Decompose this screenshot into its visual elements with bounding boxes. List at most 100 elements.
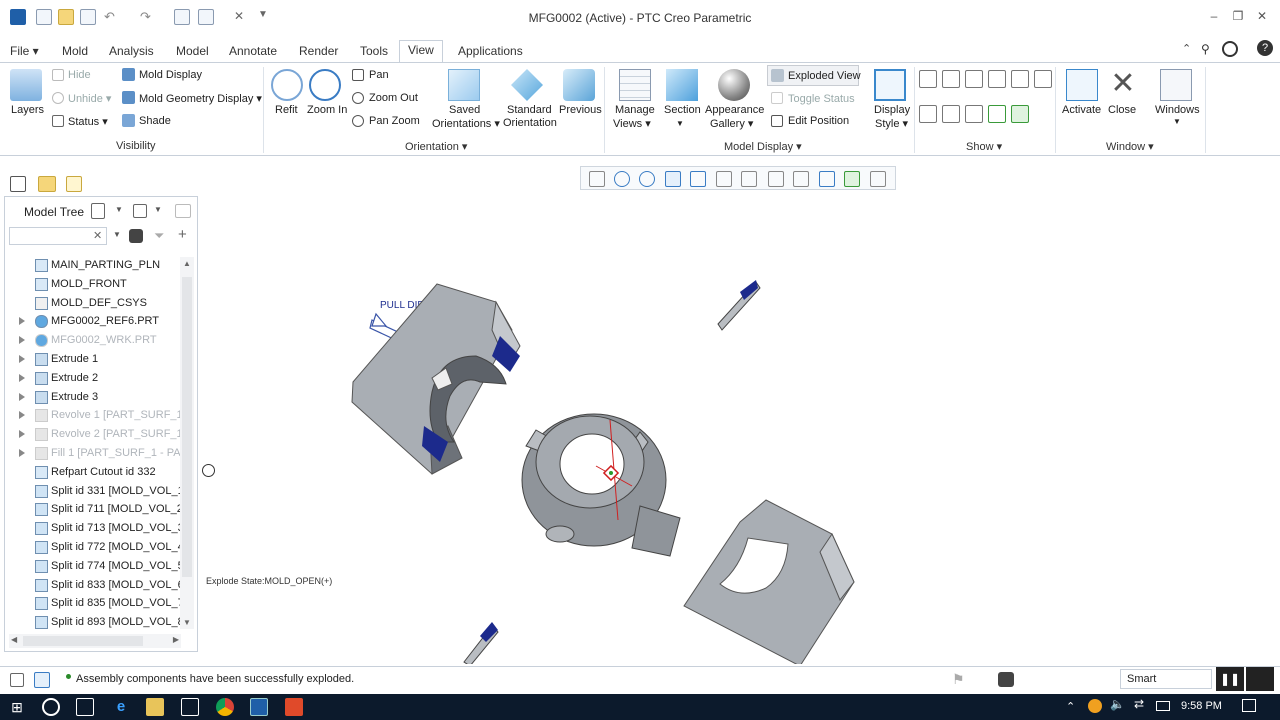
tab-mold[interactable]: Mold [60,43,90,63]
settings-icon[interactable] [91,203,105,219]
file-menu[interactable]: File ▾ [8,43,41,63]
refit-icon[interactable] [271,69,303,101]
tree-item[interactable]: Split id 833 [MOLD_VOL_6 - [5,577,181,595]
windows-button[interactable]: Windows [1155,104,1200,116]
spin-center-display-icon[interactable] [988,105,1006,123]
lower-mold-block[interactable] [683,499,855,664]
section-button[interactable]: Section [664,104,701,116]
tab-annotate[interactable]: Annotate [227,43,279,63]
saved-orientations-label-2[interactable]: Orientations ▾ [432,117,500,130]
close-button[interactable]: ✕ [1254,8,1270,24]
section-icon[interactable] [666,69,698,101]
tree-item[interactable]: Split id 331 [MOLD_VOL_1 - [5,483,181,501]
tree-item[interactable]: MOLD_FRONT [5,276,181,294]
edit-position-button[interactable]: Edit Position [788,115,849,127]
show-hide-icon[interactable] [870,171,886,187]
view-manager-icon[interactable] [741,171,757,187]
unhide-button[interactable]: Unhide ▾ [68,92,111,105]
hide-button[interactable]: Hide [68,69,91,81]
settings-dropdown-icon[interactable]: ▼ [115,205,123,214]
tab-model[interactable]: Model [174,43,211,63]
tree-item[interactable]: Revolve 1 [PART_SURF_1 - [5,407,181,425]
spin-center-icon[interactable] [819,171,835,187]
h-scroll-thumb[interactable] [23,636,143,646]
volume-icon[interactable]: 🔈 [1110,697,1125,711]
minimize-button[interactable]: – [1206,8,1222,24]
tree-item[interactable]: Split id 893 [MOLD_VOL_8 - [5,614,181,629]
refit-button[interactable]: Refit [275,104,298,116]
previous-icon[interactable] [563,69,595,101]
windows-icon[interactable] [1160,69,1192,101]
tree-item[interactable]: Split id 774 [MOLD_VOL_5 - [5,558,181,576]
tree-columns-icon[interactable] [175,204,191,218]
tree-item[interactable]: MFG0002_REF6.PRT [5,313,181,331]
tree-item[interactable]: Split id 711 [MOLD_VOL_2 - [5,501,181,519]
show-dropdown-icon[interactable]: ▼ [154,205,162,214]
cortana-icon[interactable] [42,698,60,716]
expand-arrow-icon[interactable] [19,392,25,401]
tree-item[interactable]: Extrude 1 [5,351,181,369]
display-style-label-2[interactable]: Style ▾ [875,117,908,130]
zoom-out-icon[interactable] [639,171,655,187]
tree-item[interactable]: Split id 713 [MOLD_VOL_3 - [5,520,181,538]
pan-zoom-button[interactable]: Pan Zoom [369,115,420,127]
filter-icon[interactable]: ⏷ [154,228,164,244]
add-icon[interactable]: + [178,226,187,243]
tree-item[interactable]: Split id 772 [MOLD_VOL_4 - [5,539,181,557]
flag-icon[interactable]: ⚑ [952,671,965,688]
expand-arrow-icon[interactable] [19,317,25,326]
task-view-icon[interactable] [76,698,94,716]
csys-tag-display-icon[interactable] [942,105,960,123]
clear-search-icon[interactable]: ✕ [93,229,102,242]
zoom-in-icon[interactable] [614,171,630,187]
recorder-app-icon[interactable] [285,698,303,716]
saved-orientations-icon[interactable] [716,171,732,187]
chrome-icon[interactable] [216,698,234,716]
windows-start-icon[interactable]: ⊞ [8,698,26,716]
tree-vertical-scrollbar[interactable]: ▲ ▼ [180,257,194,629]
tab-view[interactable]: View [399,40,443,62]
search-dropdown-icon[interactable]: ▼ [113,230,121,239]
show-navigator-icon[interactable] [10,673,24,687]
standard-orientation-icon[interactable] [511,69,543,101]
3d-notes-display-icon[interactable] [1011,105,1029,123]
section-dropdown-icon[interactable]: ▼ [676,119,684,128]
tree-item[interactable]: MAIN_PARTING_PLN [5,257,181,275]
point-display-icon[interactable] [965,70,983,88]
appearance-gallery-label-2[interactable]: Gallery ▾ [710,117,753,130]
pause-icon[interactable]: ❚❚ [1216,667,1244,691]
close-icon[interactable]: ✕ [1107,69,1139,101]
help-icon[interactable]: ? [1257,40,1273,56]
refit-icon[interactable] [589,171,605,187]
manage-views-label-1[interactable]: Manage [615,104,655,116]
zoom-in-button[interactable]: Zoom In [307,104,347,116]
search-icon[interactable]: ⚲ [1201,42,1210,56]
perspective-view-icon[interactable] [768,171,784,187]
activate-icon[interactable] [1066,69,1098,101]
tree-item[interactable]: Split id 835 [MOLD_VOL_7 - [5,595,181,613]
keyboard-icon[interactable] [1156,701,1170,711]
annotation-display-icon[interactable] [965,105,983,123]
plane-tag-display-icon[interactable] [1011,70,1029,88]
model-tree-tab-icon[interactable] [10,176,26,192]
expand-arrow-icon[interactable] [19,355,25,363]
expand-arrow-icon[interactable] [19,336,25,345]
tray-overflow-icon[interactable]: ⌃ [1066,700,1075,713]
zoom-in-icon[interactable] [309,69,341,101]
expand-arrow-icon[interactable] [19,373,25,382]
axis-tag-display-icon[interactable] [1034,70,1052,88]
store-icon[interactable] [181,698,199,716]
folder-browser-tab-icon[interactable] [38,176,56,192]
display-style-label-1[interactable]: Display [874,104,910,116]
taskbar-clock[interactable]: 9:58 PM [1181,700,1222,712]
expand-arrow-icon[interactable] [19,449,25,457]
manage-views-icon[interactable] [619,69,651,101]
find-icon[interactable] [998,672,1014,687]
scroll-thumb[interactable] [182,277,192,577]
tree-item[interactable]: MOLD_DEF_CSYS [5,295,181,313]
file-explorer-icon[interactable] [146,698,164,716]
fullscreen-icon[interactable] [1246,667,1274,691]
datum-display-filters-icon[interactable] [793,171,809,187]
scroll-up-icon[interactable]: ▲ [183,259,191,268]
notifications-icon[interactable] [1242,699,1256,712]
